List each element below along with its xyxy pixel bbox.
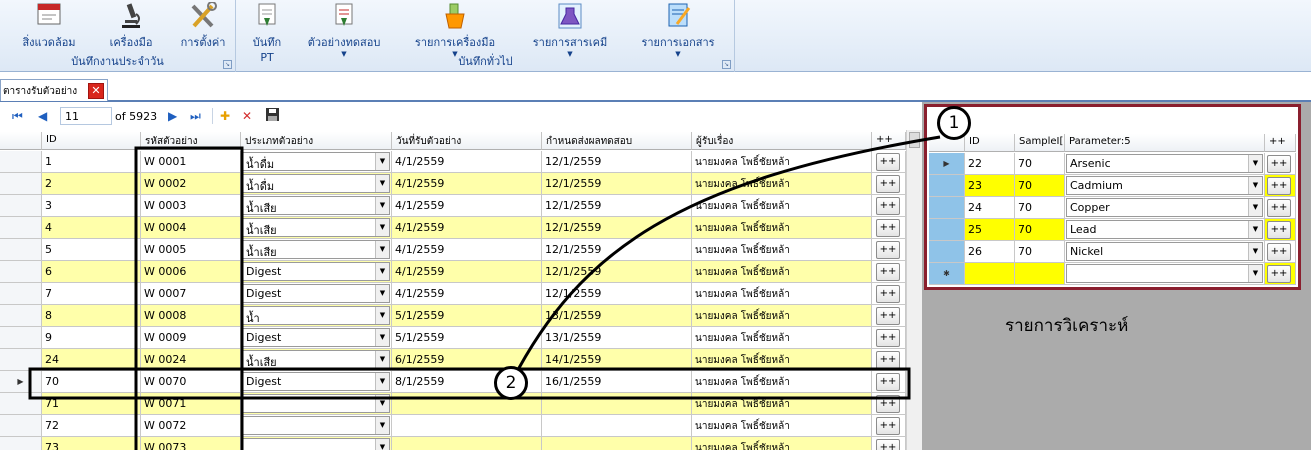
- sample-code-column-highlight: [134, 146, 244, 450]
- annotation-marker-2: 2: [494, 366, 528, 400]
- annotation-marker-1: 1: [937, 106, 971, 140]
- current-row-highlight: [28, 367, 911, 400]
- annotation-connector: [510, 135, 941, 382]
- app-window: สิ่งแวดล้อม เครื่องมือ การตั้งค่า บันทึก…: [0, 0, 1311, 450]
- annotation-overlay: [28, 135, 941, 450]
